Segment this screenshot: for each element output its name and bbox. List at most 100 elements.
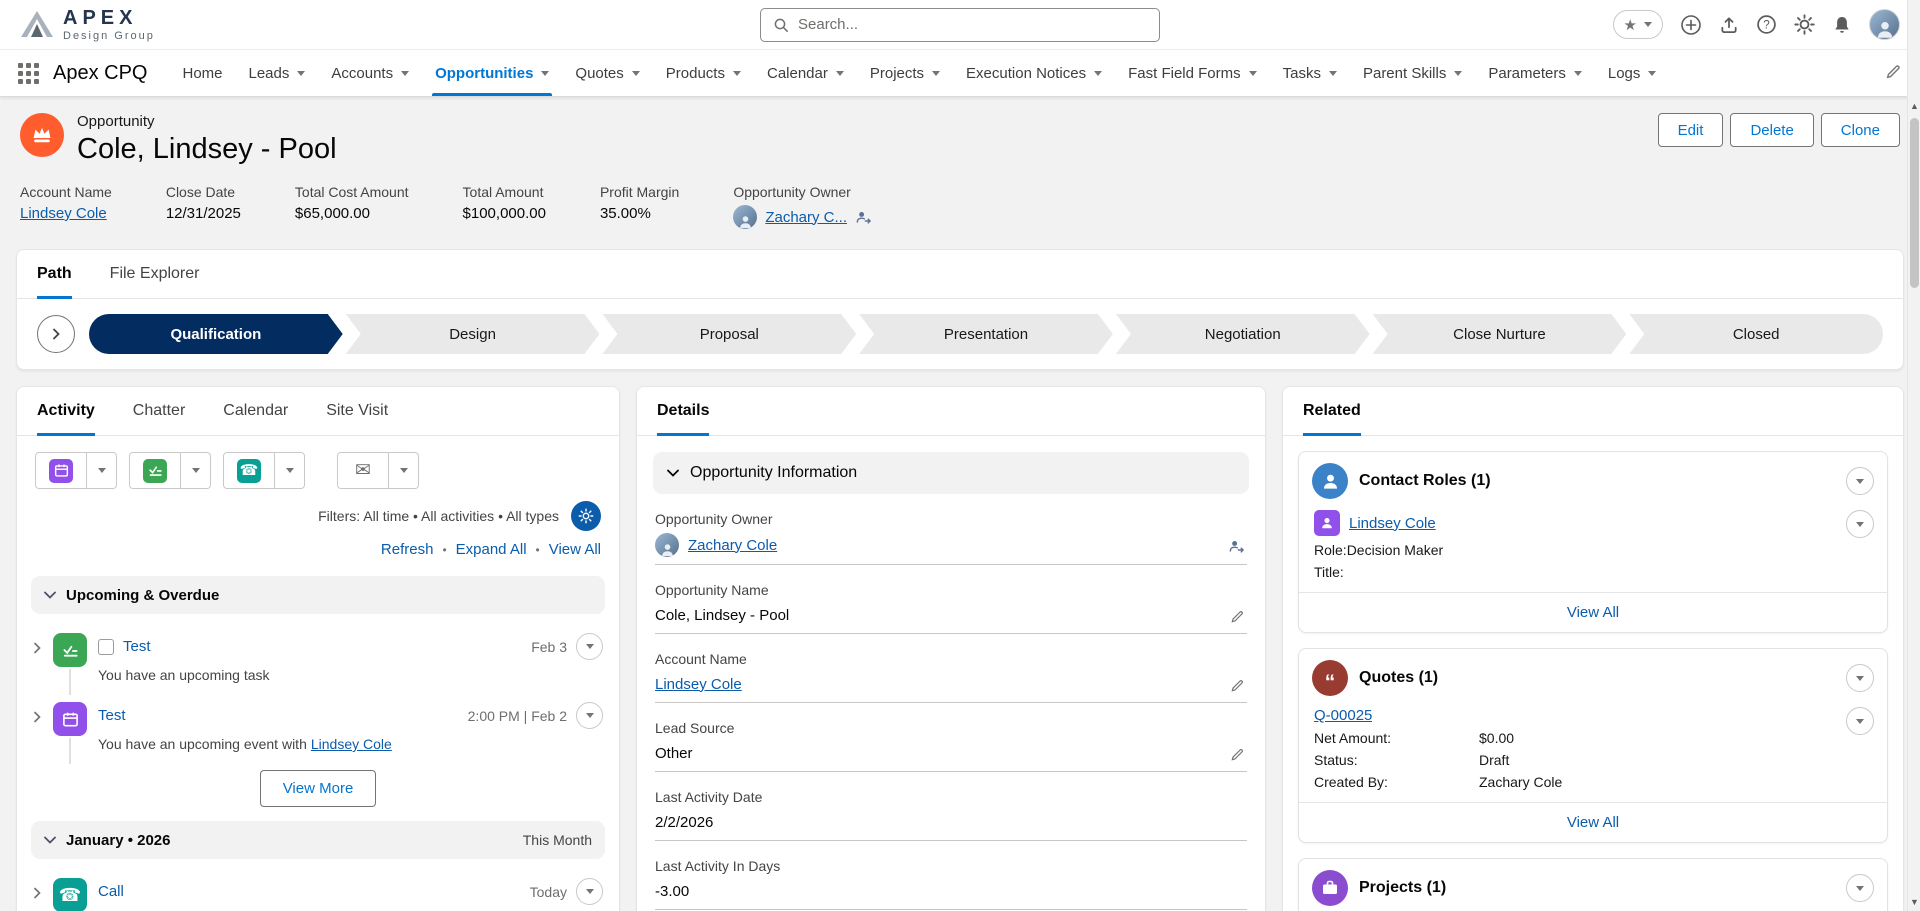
- notifications-bell-button[interactable]: [1832, 15, 1852, 35]
- section-january-2026[interactable]: January • 2026 This Month: [31, 821, 605, 859]
- tab-details[interactable]: Details: [657, 387, 709, 435]
- help-button[interactable]: ?: [1756, 14, 1777, 35]
- view-all-link[interactable]: View All: [1567, 604, 1619, 621]
- tab-leads[interactable]: Leads: [236, 50, 319, 96]
- stage-close-nurture[interactable]: Close Nurture: [1373, 314, 1627, 354]
- refresh-link[interactable]: Refresh: [381, 541, 434, 558]
- new-task-dropdown[interactable]: [181, 452, 211, 489]
- contact-link[interactable]: Lindsey Cole: [311, 736, 392, 752]
- app-launcher-icon[interactable]: [18, 63, 39, 84]
- log-call-dropdown[interactable]: [275, 452, 305, 489]
- tab-calendar[interactable]: Calendar: [754, 50, 857, 96]
- tab-parent-skills[interactable]: Parent Skills: [1350, 50, 1475, 96]
- user-avatar[interactable]: [1869, 9, 1900, 40]
- account-name-link[interactable]: Lindsey Cole: [655, 676, 742, 693]
- account-name-link[interactable]: Lindsey Cole: [20, 205, 107, 222]
- item-menu-button[interactable]: [576, 878, 603, 905]
- stage-qualification[interactable]: Qualification: [89, 314, 343, 354]
- search-input[interactable]: [798, 16, 1147, 33]
- tab-projects[interactable]: Projects: [857, 50, 953, 96]
- task-title-link[interactable]: Test: [123, 638, 151, 655]
- quote-number-link[interactable]: Q-00025: [1314, 707, 1372, 724]
- event-title-link[interactable]: Test: [98, 707, 126, 724]
- scrollbar-up-arrow[interactable]: ▲: [1908, 99, 1920, 113]
- edit-pencil-icon[interactable]: [1230, 678, 1245, 693]
- tab-accounts[interactable]: Accounts: [318, 50, 422, 96]
- edit-pencil-icon[interactable]: [1230, 609, 1245, 624]
- scrollbar-thumb[interactable]: [1910, 118, 1919, 288]
- change-owner-icon[interactable]: [1228, 538, 1245, 555]
- edit-pencil-icon[interactable]: [1230, 747, 1245, 762]
- scrollbar-down-arrow[interactable]: ▼: [1908, 895, 1920, 909]
- expand-chevron-icon[interactable]: [33, 887, 42, 899]
- row-menu-button[interactable]: [1846, 707, 1874, 735]
- tab-quotes[interactable]: Quotes: [562, 50, 652, 96]
- change-owner-icon[interactable]: [855, 209, 872, 226]
- edit-nav-pencil-icon[interactable]: [1885, 63, 1902, 84]
- related-list-menu-button[interactable]: [1846, 874, 1874, 902]
- related-list-menu-button[interactable]: [1846, 664, 1874, 692]
- timeline-settings-button[interactable]: [571, 501, 601, 531]
- tab-file-explorer[interactable]: File Explorer: [110, 250, 200, 298]
- projects-title-link[interactable]: Projects (1): [1359, 879, 1446, 897]
- log-call-button[interactable]: ☎: [223, 452, 275, 489]
- section-opportunity-information[interactable]: Opportunity Information: [653, 452, 1249, 494]
- view-all-link[interactable]: View All: [1567, 814, 1619, 831]
- item-menu-button[interactable]: [576, 633, 603, 660]
- new-task-button[interactable]: [129, 452, 181, 489]
- tab-path[interactable]: Path: [37, 250, 72, 298]
- item-menu-button[interactable]: [576, 702, 603, 729]
- tab-calendar-sub[interactable]: Calendar: [223, 387, 288, 435]
- global-actions-button[interactable]: [1680, 14, 1702, 36]
- global-search[interactable]: [760, 8, 1160, 42]
- related-list-menu-button[interactable]: [1846, 467, 1874, 495]
- chevron-down-icon: [1454, 71, 1462, 76]
- tab-execution-notices[interactable]: Execution Notices: [953, 50, 1115, 96]
- tab-opportunities[interactable]: Opportunities: [422, 50, 562, 96]
- stage-closed[interactable]: Closed: [1629, 314, 1883, 354]
- edit-button[interactable]: Edit: [1658, 113, 1724, 147]
- tab-tasks[interactable]: Tasks: [1270, 50, 1350, 96]
- stage-negotiation[interactable]: Negotiation: [1116, 314, 1370, 354]
- tab-activity[interactable]: Activity: [37, 387, 95, 435]
- tab-products[interactable]: Products: [653, 50, 754, 96]
- contact-roles-title-link[interactable]: Contact Roles (1): [1359, 472, 1491, 490]
- owner-link[interactable]: Zachary Cole: [688, 537, 777, 554]
- tab-parameters[interactable]: Parameters: [1475, 50, 1595, 96]
- expand-chevron-icon[interactable]: [33, 711, 42, 723]
- highlight-close-date: Close Date 12/31/2025: [166, 184, 241, 229]
- row-menu-button[interactable]: [1846, 510, 1874, 538]
- view-all-link[interactable]: View All: [549, 541, 601, 558]
- setup-gear-button[interactable]: [1794, 14, 1815, 35]
- delete-button[interactable]: Delete: [1730, 113, 1813, 147]
- expand-chevron-icon[interactable]: [33, 642, 42, 654]
- email-dropdown[interactable]: [389, 452, 419, 489]
- tab-logs[interactable]: Logs: [1595, 50, 1670, 96]
- tab-home[interactable]: Home: [169, 50, 235, 96]
- field-label: Opportunity Owner: [733, 184, 872, 200]
- clone-button[interactable]: Clone: [1821, 113, 1900, 147]
- tab-fast-field-forms[interactable]: Fast Field Forms: [1115, 50, 1270, 96]
- task-checkbox[interactable]: [98, 639, 114, 655]
- stage-design[interactable]: Design: [346, 314, 600, 354]
- path-scroll-button[interactable]: [37, 315, 75, 353]
- tab-chatter[interactable]: Chatter: [133, 387, 185, 435]
- call-title-link[interactable]: Call: [98, 883, 124, 900]
- expand-all-link[interactable]: Expand All: [456, 541, 527, 558]
- stage-presentation[interactable]: Presentation: [859, 314, 1113, 354]
- tab-related[interactable]: Related: [1303, 387, 1361, 435]
- favorites-button[interactable]: ★: [1613, 10, 1663, 39]
- new-event-dropdown[interactable]: [87, 452, 117, 489]
- stage-proposal[interactable]: Proposal: [602, 314, 856, 354]
- contact-role-name-link[interactable]: Lindsey Cole: [1349, 515, 1436, 532]
- app-navigation-bar: Apex CPQ Home Leads Accounts Opportuniti…: [0, 50, 1920, 97]
- quotes-title-link[interactable]: Quotes (1): [1359, 669, 1438, 687]
- email-button[interactable]: ✉: [337, 452, 389, 489]
- page-scrollbar[interactable]: ▲ ▼: [1907, 0, 1920, 911]
- owner-link[interactable]: Zachary C...: [765, 209, 847, 226]
- tab-site-visit[interactable]: Site Visit: [326, 387, 388, 435]
- new-event-button[interactable]: [35, 452, 87, 489]
- section-upcoming-overdue[interactable]: Upcoming & Overdue: [31, 576, 605, 614]
- view-more-button[interactable]: View More: [260, 770, 377, 807]
- guidance-center-button[interactable]: [1719, 15, 1739, 35]
